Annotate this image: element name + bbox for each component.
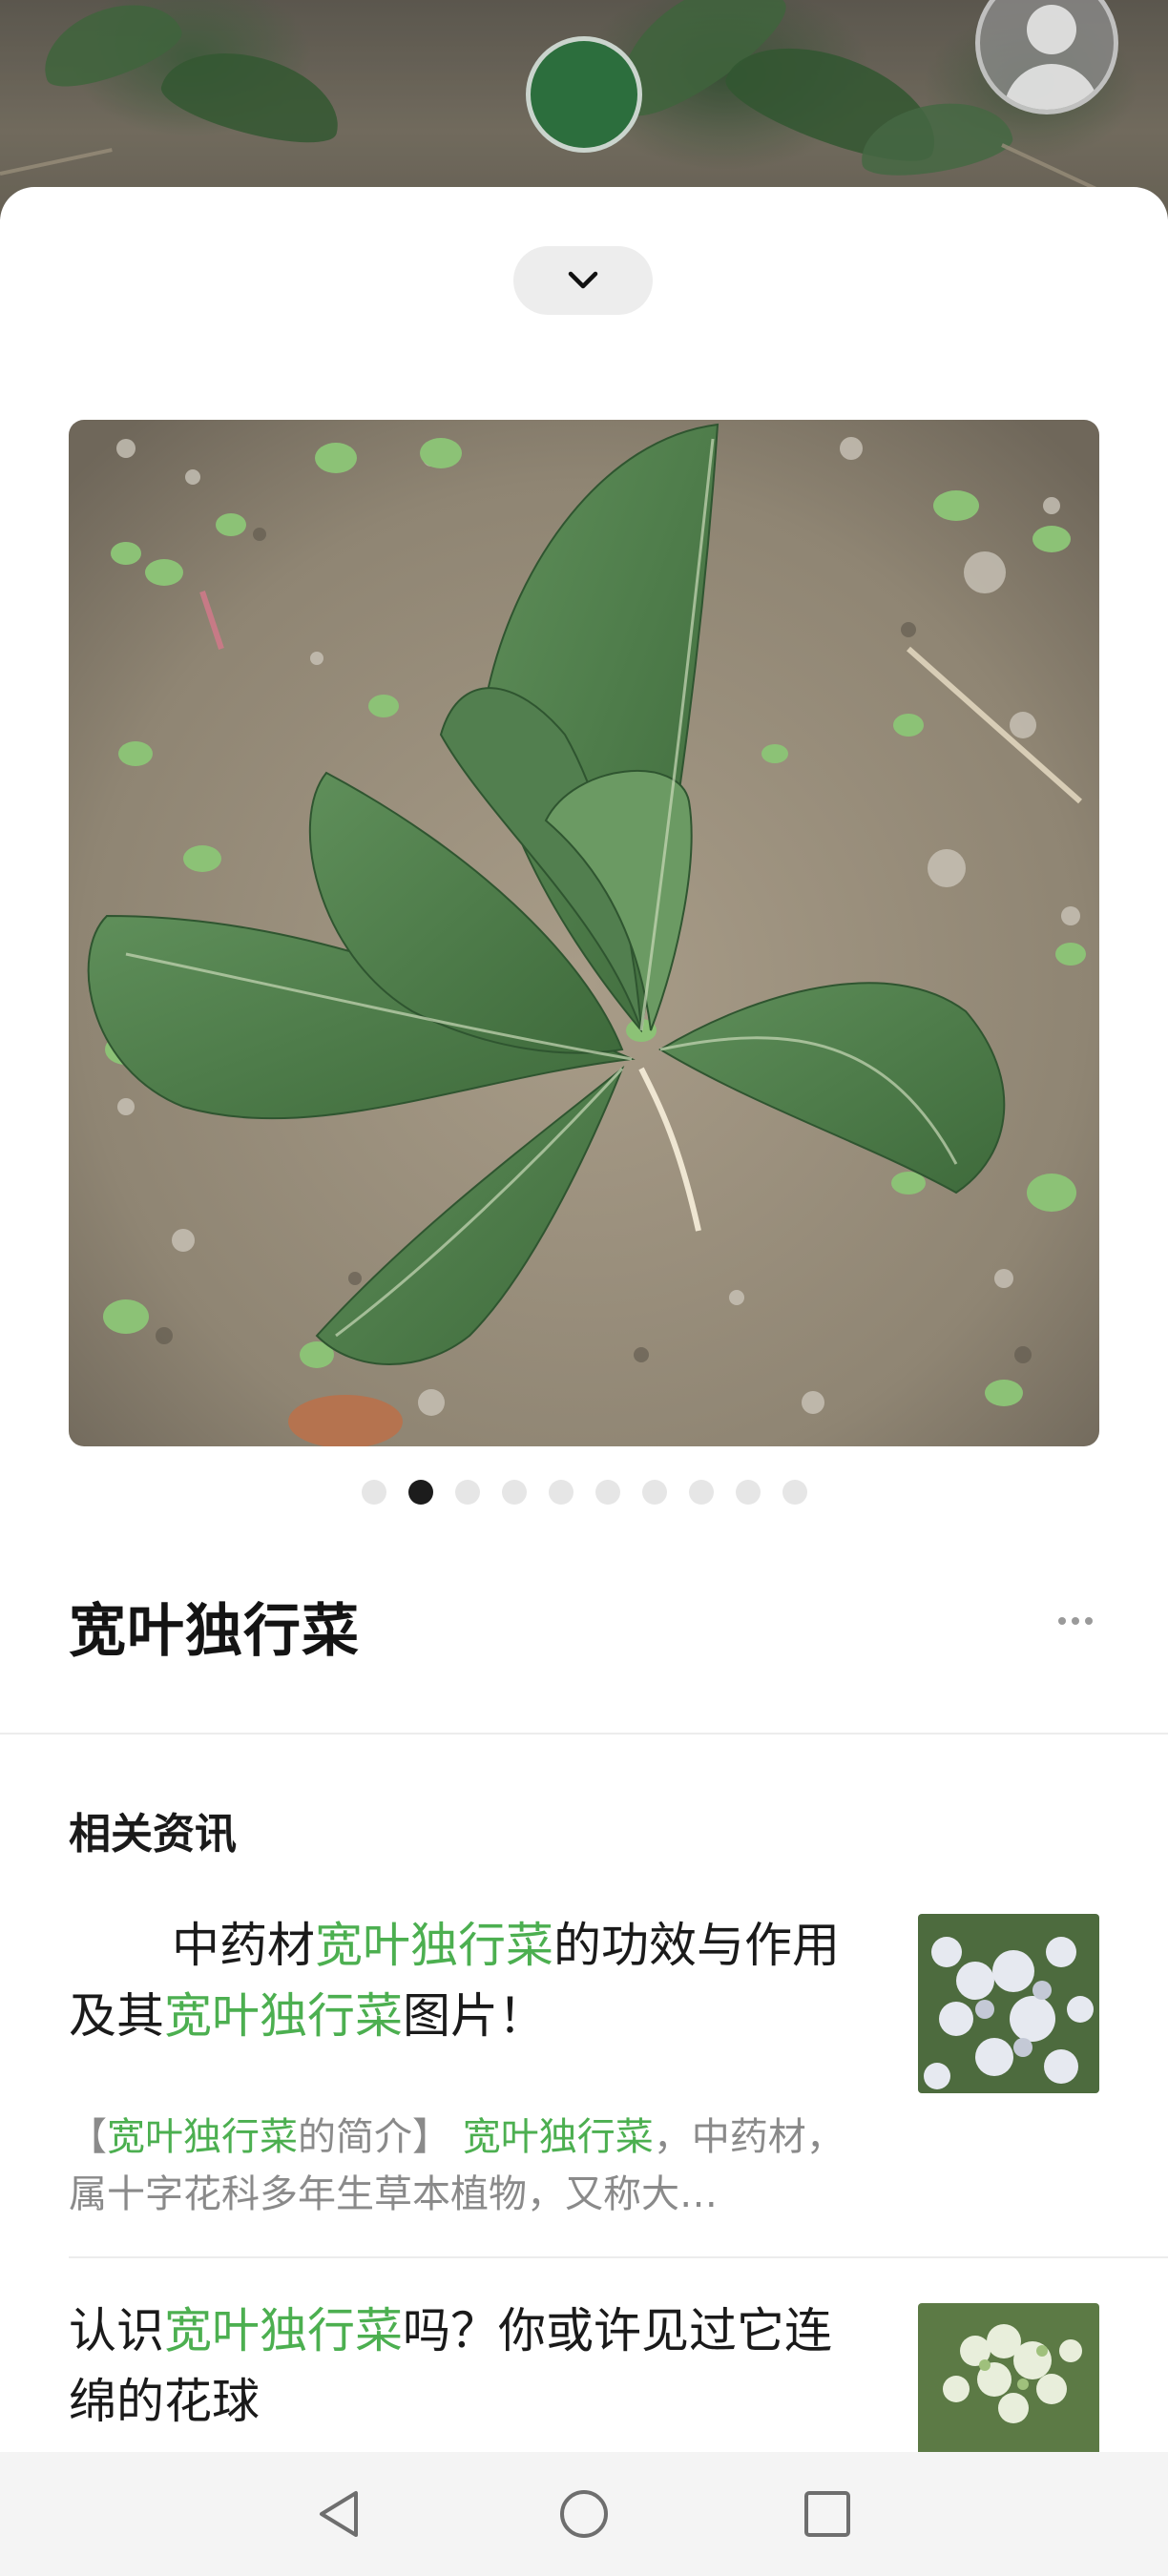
plant-photo-carousel[interactable]	[69, 420, 1099, 1446]
pager-dot[interactable]	[688, 1480, 714, 1505]
article-divider	[69, 2256, 1168, 2258]
related-article[interactable]: 中药材宽叶独行菜的功效与作用及其宽叶独行菜图片！ 【宽叶独行菜的简介】 宽叶独行…	[69, 1910, 1099, 2225]
highlighted-keyword: 宽叶独行菜	[164, 2303, 403, 2358]
pager-dot[interactable]	[641, 1480, 667, 1505]
article-thumbnail	[918, 1914, 1099, 2093]
chevron-down-icon	[568, 271, 598, 289]
pager-dot[interactable]	[361, 1480, 386, 1505]
collapse-sheet-button[interactable]	[513, 246, 653, 315]
circle-home-icon	[560, 2490, 608, 2538]
pager-dot[interactable]	[407, 1480, 433, 1505]
triangle-back-icon	[320, 2491, 358, 2537]
highlighted-keyword: 宽叶独行菜	[107, 2115, 298, 2159]
carousel-pager	[0, 1478, 1168, 1506]
section-divider	[0, 1733, 1168, 1735]
system-nav-bar	[0, 2452, 1168, 2576]
highlighted-keyword: 宽叶独行菜	[164, 1988, 403, 2044]
pager-dot[interactable]	[548, 1480, 574, 1505]
result-bottom-sheet: 宽叶独行菜 相关资讯 中药材宽叶独行菜的功效与作用及其宽叶独行菜图片！ 【宽叶独…	[0, 187, 1168, 2452]
pager-dot[interactable]	[594, 1480, 620, 1505]
text-segment: 中药材	[172, 1918, 315, 1973]
square-recents-icon	[804, 2491, 850, 2537]
article-headline: 中药材宽叶独行菜的功效与作用及其宽叶独行菜图片！	[69, 1910, 870, 2051]
article-thumbnail	[918, 2303, 1099, 2452]
related-article[interactable]: 认识宽叶独行菜吗？你或许见过它连绵的花球	[69, 2296, 1099, 2452]
text-segment: 【	[69, 2115, 107, 2159]
capture-button[interactable]	[526, 36, 642, 153]
pager-dot[interactable]	[501, 1480, 527, 1505]
nav-home-button[interactable]	[555, 2485, 613, 2543]
article-headline: 认识宽叶独行菜吗？你或许见过它连绵的花球	[69, 2296, 870, 2437]
highlighted-keyword: 宽叶独行菜	[315, 1918, 553, 1973]
plant-name-title: 宽叶独行菜	[69, 1598, 360, 1665]
pager-dot[interactable]	[454, 1480, 480, 1505]
highlighted-keyword: 宽叶独行菜	[462, 2115, 654, 2159]
text-segment: 图片！	[403, 1988, 546, 2044]
article-summary: 【宽叶独行菜的简介】 宽叶独行菜，中药材，属十字花科多年生草本植物，又称大…	[69, 2109, 851, 2223]
pager-dot[interactable]	[735, 1480, 761, 1505]
more-dots-icon[interactable]	[1050, 1597, 1101, 1645]
plant-photo	[69, 420, 1099, 1446]
pager-dot[interactable]	[782, 1480, 807, 1505]
related-news-title: 相关资讯	[69, 1810, 237, 1859]
text-segment: 的简介】	[298, 2115, 463, 2159]
text-segment: 认识	[69, 2303, 164, 2358]
nav-back-button[interactable]	[312, 2485, 369, 2543]
nav-recents-button[interactable]	[799, 2485, 856, 2543]
